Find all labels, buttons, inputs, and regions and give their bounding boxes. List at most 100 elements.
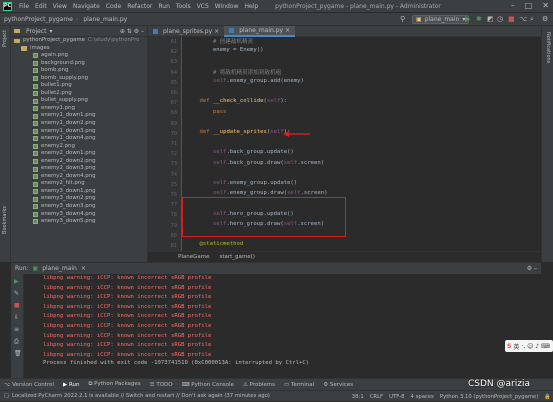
- tree-file[interactable]: bullet_supply.png: [11, 97, 147, 105]
- tree-file[interactable]: enemy2_down4.png: [11, 173, 147, 181]
- close-icon[interactable]: ✕: [542, 1, 549, 10]
- settings-icon[interactable]: ⚙ –: [527, 265, 537, 272]
- breadcrumb-method[interactable]: start_game(): [219, 254, 254, 260]
- image-file-icon: [33, 181, 38, 187]
- lock-icon[interactable]: 🔒: [544, 394, 551, 400]
- line-separator[interactable]: CRLF: [370, 394, 383, 400]
- breadcrumb-file[interactable]: plane_main.py: [79, 16, 129, 23]
- tool-window-todo[interactable]: ☰ TODO: [150, 382, 173, 388]
- close-icon[interactable]: ×: [285, 27, 290, 34]
- tree-file[interactable]: enemy3_down2.png: [11, 195, 147, 203]
- tree-file[interactable]: enemy2_down1.png: [11, 150, 147, 158]
- tree-file[interactable]: background.png: [11, 60, 147, 68]
- menu-navigate[interactable]: Navigate: [70, 3, 103, 10]
- ime-tools-icon[interactable]: ·, ☺ ♪ ⌨: [521, 343, 549, 350]
- folder-icon: [21, 46, 27, 51]
- run-config-select[interactable]: ▣ plane_main ▾: [412, 15, 470, 24]
- breadcrumb-class[interactable]: PlaneGame: [178, 254, 209, 260]
- menu-refactor[interactable]: Refactor: [124, 3, 155, 10]
- close-icon[interactable]: ×: [214, 28, 219, 35]
- menu-window[interactable]: Window: [212, 3, 242, 10]
- settings-icon[interactable]: ⚙: [542, 15, 548, 23]
- tree-file[interactable]: bullet2.png: [11, 90, 147, 98]
- ime-widget[interactable]: S 英 ·, ☺ ♪ ⌨: [505, 340, 553, 352]
- tab-plane-main[interactable]: plane_main.py ×: [224, 26, 296, 37]
- ime-language[interactable]: 英: [513, 342, 519, 351]
- tool-window-console[interactable]: ⌨ Python Console: [182, 382, 234, 388]
- tool-window-run[interactable]: ▶ Run: [63, 382, 80, 388]
- tree-folder-images[interactable]: images: [11, 45, 147, 53]
- tree-file[interactable]: enemy1_down3.png: [11, 128, 147, 136]
- python-interpreter[interactable]: Python 3.10 (pythonProject_pygame): [440, 394, 538, 400]
- close-icon[interactable]: ×: [81, 265, 86, 272]
- soft-wrap-icon[interactable]: ≡: [14, 326, 19, 333]
- print-icon[interactable]: ⎙: [14, 338, 19, 346]
- file-encoding[interactable]: UTF-8: [389, 394, 404, 400]
- coverage-icon[interactable]: ◩: [487, 15, 494, 23]
- tool-window-terminal[interactable]: ▭ Terminal: [284, 382, 314, 388]
- tree-file[interactable]: bomb_supply.png: [11, 75, 147, 83]
- maximize-icon[interactable]: □: [525, 1, 533, 10]
- tree-file[interactable]: enemy3_down1.png: [11, 188, 147, 196]
- editor: plane_sprites.py × plane_main.py × 61 62 6…: [148, 26, 541, 262]
- project-panel-title[interactable]: Project: [26, 28, 47, 35]
- scroll-end-icon[interactable]: ⇩: [14, 314, 19, 321]
- tree-file[interactable]: again.png: [11, 52, 147, 60]
- search-icon[interactable]: ⌕: [530, 15, 534, 24]
- menu-help[interactable]: Help: [241, 3, 261, 10]
- menu-file[interactable]: File: [16, 3, 32, 10]
- tree-file[interactable]: enemy2_down3.png: [11, 165, 147, 173]
- line-number: 67: [170, 100, 177, 107]
- tree-file[interactable]: enemy3_down5.png: [11, 218, 147, 226]
- tool-window-services[interactable]: ⚙ Services: [323, 382, 353, 388]
- tree-file[interactable]: enemy1_down2.png: [11, 120, 147, 128]
- menu-view[interactable]: View: [50, 3, 70, 10]
- collapse-all-icon[interactable]: ⊕ ⇅ ⚙ –: [120, 28, 144, 35]
- tree-root[interactable]: pythonProject_pygame C:\study\pythonPro: [11, 37, 147, 45]
- stop-icon[interactable]: ■: [508, 15, 515, 23]
- status-message[interactable]: Localized PyCharm 2022.2.1 is available …: [12, 393, 270, 399]
- tree-file[interactable]: enemy2_hit.png: [11, 180, 147, 188]
- minimize-icon[interactable]: –: [511, 1, 515, 10]
- debug-icon[interactable]: ✱: [476, 15, 482, 23]
- tree-file[interactable]: enemy1_down4.png: [11, 135, 147, 143]
- trash-icon[interactable]: 🗑: [14, 350, 22, 357]
- menu-edit[interactable]: Edit: [32, 3, 50, 10]
- problems-icon: ⚠: [242, 381, 250, 388]
- tool-window-problems[interactable]: ⚠ Problems: [243, 382, 275, 388]
- tool-window-packages[interactable]: ⧉ Python Packages: [88, 381, 140, 388]
- tree-file[interactable]: bomb.png: [11, 67, 147, 75]
- tool-window-git[interactable]: ⌥ Version Control: [4, 382, 54, 388]
- project-tool-tab[interactable]: Project: [2, 30, 8, 47]
- tree-file[interactable]: enemy3_down3.png: [11, 203, 147, 211]
- console-warning-line: libpng warning: iCCP: known incorrect sR…: [43, 294, 212, 301]
- notifications-tool-tab[interactable]: Notifications: [545, 32, 551, 63]
- git-icon[interactable]: ⌥: [519, 15, 527, 23]
- rerun-icon[interactable]: ▶: [14, 278, 19, 285]
- tree-file[interactable]: enemy2.png: [11, 143, 147, 151]
- indent-setting[interactable]: 4 spaces: [411, 394, 434, 400]
- image-file-icon: [33, 159, 38, 165]
- bookmarks-tool-tab[interactable]: Bookmarks: [2, 206, 8, 234]
- menu-run[interactable]: Run: [155, 3, 173, 10]
- tree-file[interactable]: enemy1.png: [11, 105, 147, 113]
- breadcrumb-project[interactable]: pythonProject_pygame: [0, 16, 75, 23]
- tree-file[interactable]: bullet1.png: [11, 82, 147, 90]
- menu-tools[interactable]: Tools: [173, 3, 194, 10]
- caret-position[interactable]: 38:1: [352, 394, 364, 400]
- run-icon[interactable]: ▶: [465, 15, 470, 23]
- tree-file[interactable]: enemy3_down4.png: [11, 211, 147, 219]
- line-number: 64: [170, 69, 177, 76]
- profile-icon[interactable]: ◷: [497, 15, 503, 23]
- wrench-icon[interactable]: ✎: [14, 290, 19, 297]
- menu-vcs[interactable]: VCS: [194, 3, 212, 10]
- stop-icon[interactable]: ■: [14, 302, 20, 309]
- image-file-icon: [33, 121, 38, 127]
- chevron-down-icon[interactable]: ▾: [50, 28, 53, 35]
- user-icon[interactable]: ⚲: [400, 15, 405, 23]
- tab-plane-sprites[interactable]: plane_sprites.py ×: [148, 26, 224, 37]
- tree-file[interactable]: enemy1_down1.png: [11, 112, 147, 120]
- run-config-tab[interactable]: plane_main: [42, 265, 77, 272]
- tree-file[interactable]: enemy2_down2.png: [11, 158, 147, 166]
- menu-code[interactable]: Code: [103, 3, 124, 10]
